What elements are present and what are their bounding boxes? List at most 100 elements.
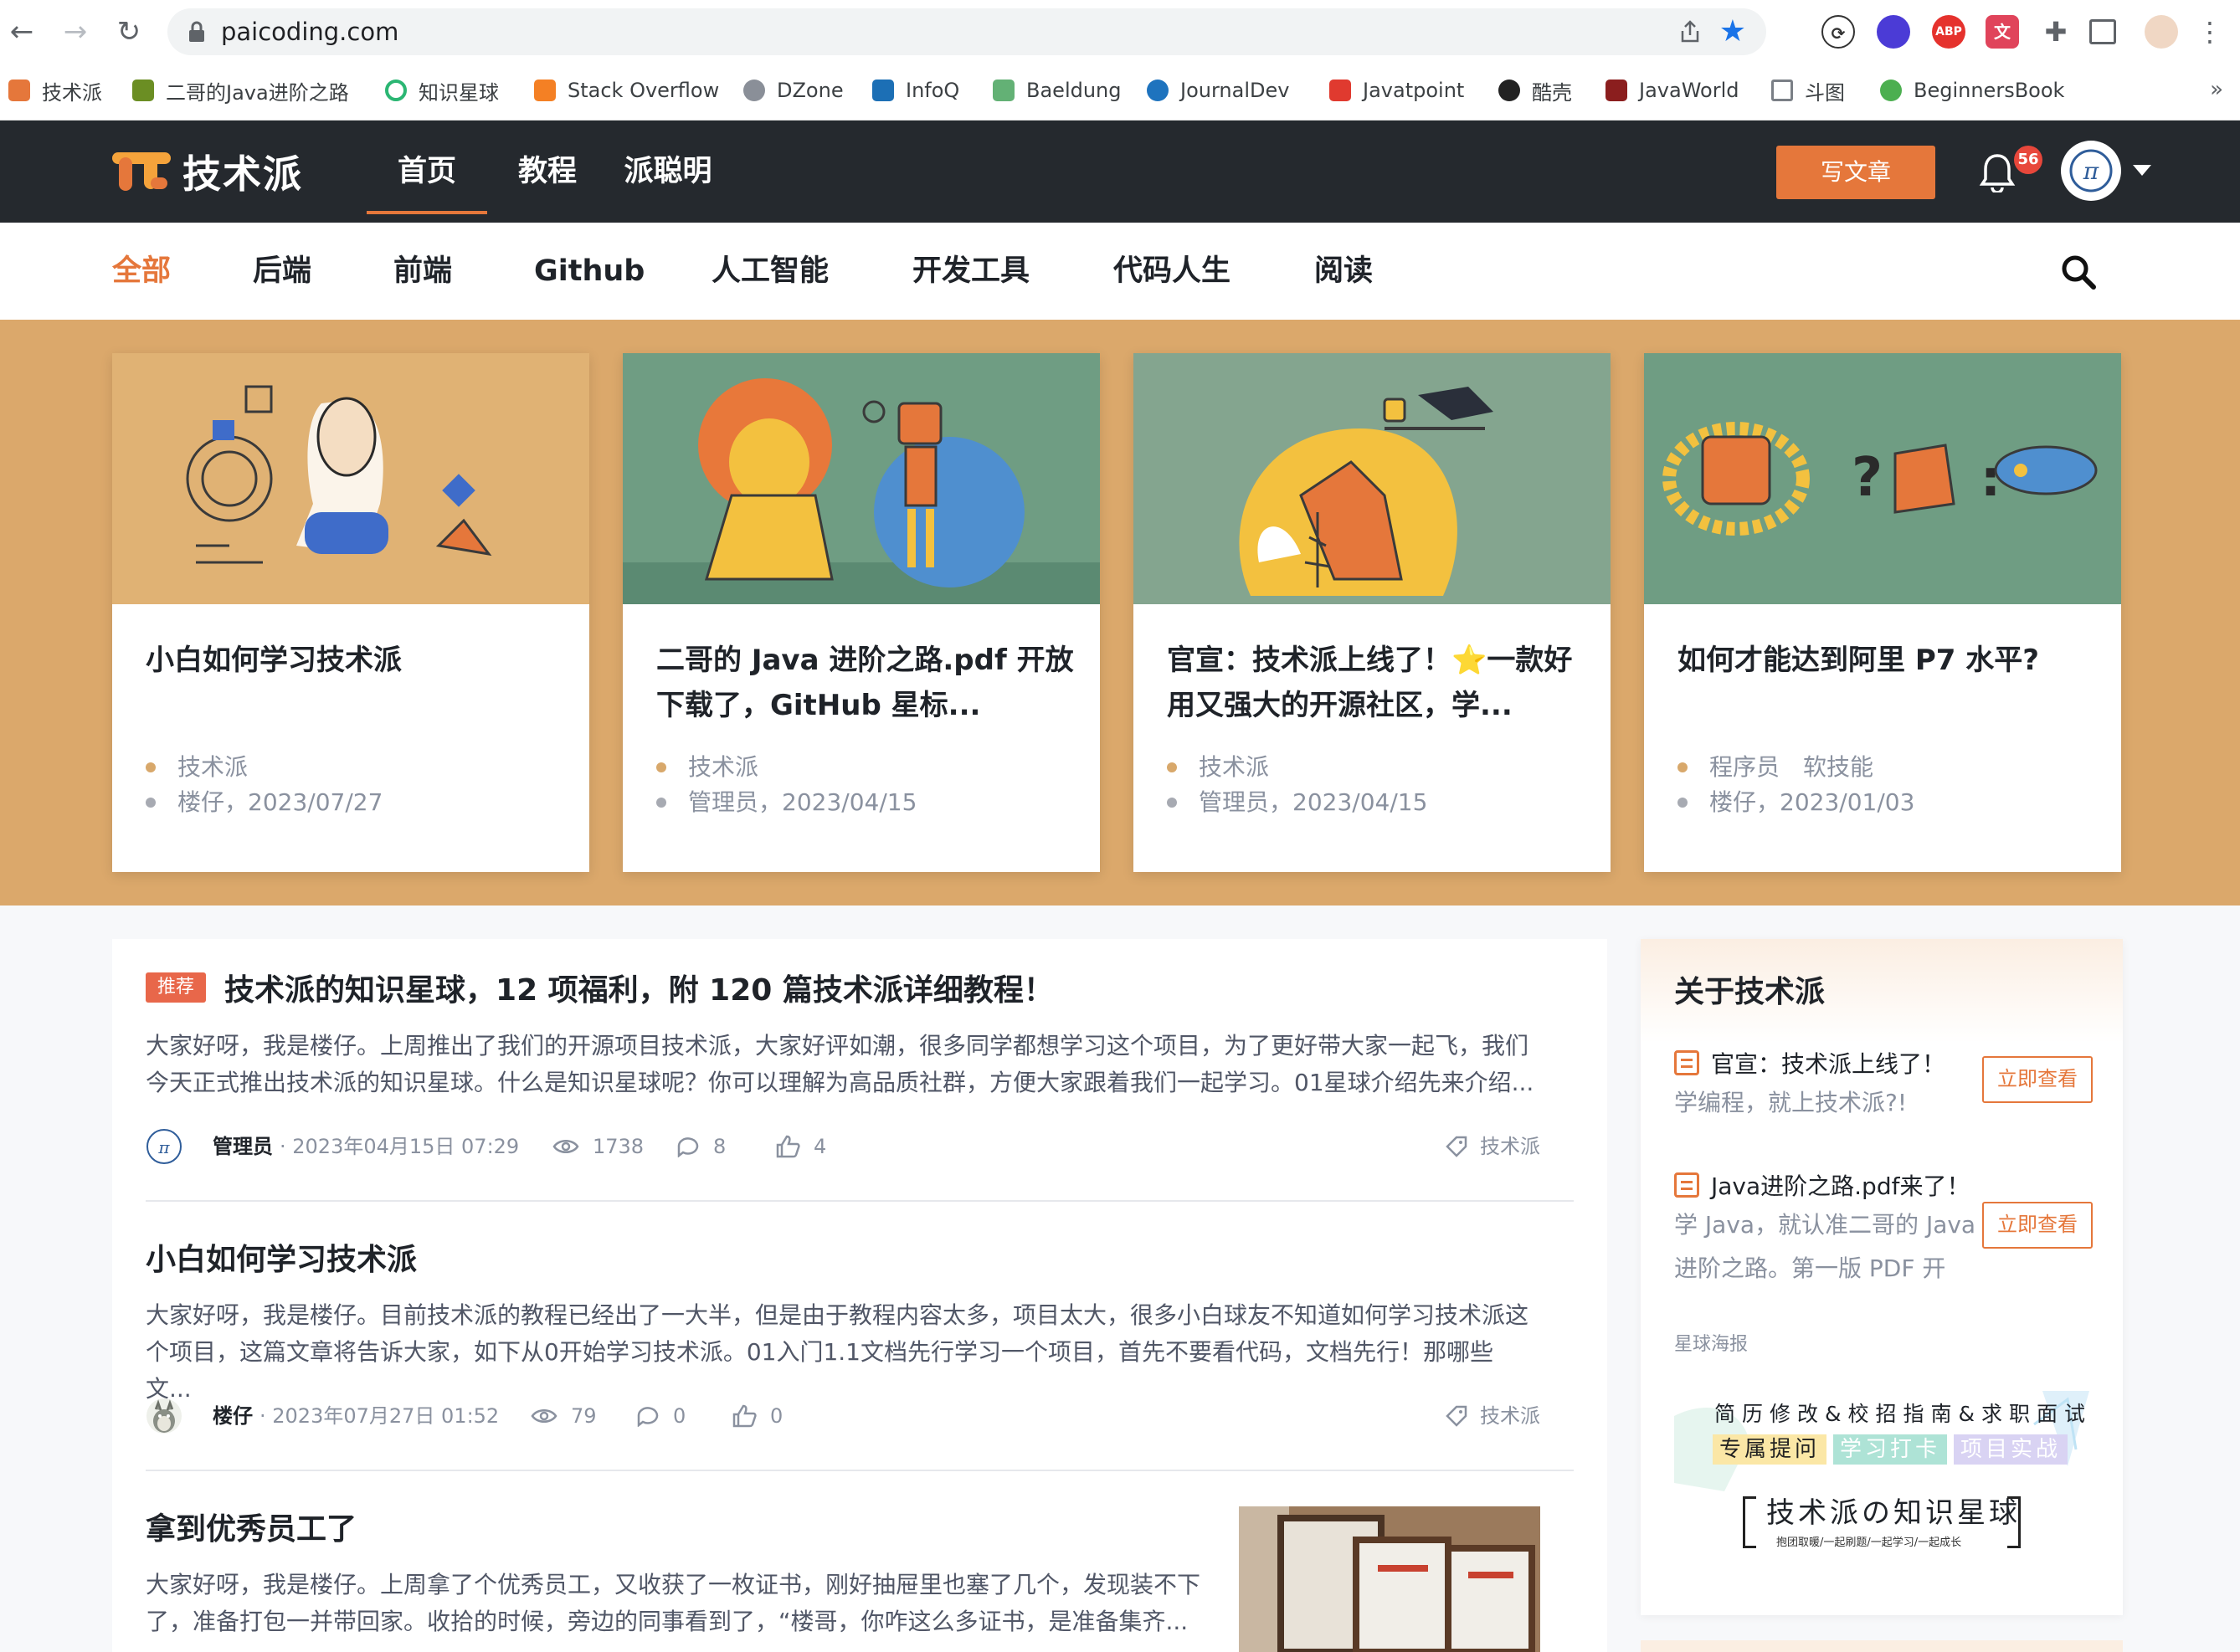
address-bar[interactable]: paicoding.com ★ xyxy=(167,8,1766,55)
menu-kebab-icon[interactable]: ⋮ xyxy=(2193,15,2227,49)
author-name[interactable]: 楼仔 xyxy=(213,1398,253,1434)
bookmark-item[interactable]: DZone xyxy=(743,74,844,107)
thumbs-up-icon xyxy=(776,1135,800,1158)
view-count: 1738 xyxy=(552,1128,644,1165)
card-title: 官宣：技术派上线了！⭐一款好用又强大的开源社区，学... xyxy=(1167,644,1573,722)
sidebar-item-title-text: Java进阶之路.pdf来了！ xyxy=(1711,1172,1970,1200)
author-avatar[interactable] xyxy=(146,1398,182,1434)
category-code-life[interactable]: 代码人生 xyxy=(1113,223,1230,320)
sidebar-item-title[interactable]: 官宣：技术派上线了！ xyxy=(1674,1046,1945,1080)
card-tag[interactable]: 软技能 xyxy=(1803,750,1873,785)
comment-count[interactable]: 0 xyxy=(636,1398,686,1434)
featured-card[interactable]: 小白如何学习技术派 技术派 楼仔，2023/07/27 xyxy=(112,353,589,872)
bookmark-item[interactable]: 知识星球 xyxy=(385,74,499,107)
nav-home[interactable]: 首页 xyxy=(367,121,487,223)
search-icon[interactable] xyxy=(2059,253,2098,291)
view-now-button[interactable]: 立即查看 xyxy=(1982,1202,2093,1249)
sidebar-item-title-text: 官宣：技术派上线了！ xyxy=(1711,1050,1946,1078)
card-tag[interactable]: 技术派 xyxy=(688,750,758,785)
article-tag[interactable]: 技术派 xyxy=(1445,1398,1540,1434)
bookmark-item[interactable]: 技术派 xyxy=(8,74,102,107)
card-title: 二哥的 Java 进阶之路.pdf 开放下载了，GitHub 星标... xyxy=(656,644,1074,722)
write-article-button[interactable]: 写文章 xyxy=(1776,146,1935,199)
category-reading[interactable]: 阅读 xyxy=(1314,223,1373,320)
bookmark-star-icon[interactable]: ★ xyxy=(1719,15,1746,49)
author-avatar[interactable]: π xyxy=(146,1128,182,1165)
card-author-date: 管理员，2023/04/15 xyxy=(688,788,917,816)
bookmark-label: DZone xyxy=(777,79,844,102)
bookmark-item[interactable]: 斗图 xyxy=(1771,74,1845,107)
svg-text:π: π xyxy=(157,1137,170,1157)
extension-orb-icon[interactable] xyxy=(1877,15,1910,49)
site-logo[interactable]: 技术派 xyxy=(112,151,303,197)
extensions-puzzle-icon[interactable]: ✚ xyxy=(2039,15,2073,49)
bookmark-item[interactable]: Javatpoint xyxy=(1329,74,1464,107)
article-tag[interactable]: 技术派 xyxy=(1445,1128,1540,1165)
category-backend[interactable]: 后端 xyxy=(253,223,311,320)
knowledge-planet-poster[interactable]: 简历修改&校招指南&求职面试 专属提问 学习打卡 项目实战 技术派の知识星球 抱… xyxy=(1674,1391,2089,1575)
logo-text: 技术派 xyxy=(182,151,303,197)
eye-icon xyxy=(552,1140,579,1153)
bookmark-item[interactable]: InfoQ xyxy=(872,74,959,107)
forward-arrow-icon[interactable]: → xyxy=(59,15,92,49)
bookmark-item[interactable]: 酷壳 xyxy=(1498,74,1572,107)
card-tag[interactable]: 技术派 xyxy=(177,750,248,785)
list-item[interactable]: 推荐 技术派的知识星球，12 项福利，附 120 篇技术派详细教程！ 大家好呀，… xyxy=(146,966,1574,1183)
extension-refresh-icon[interactable]: ⟳ xyxy=(1821,15,1855,49)
category-all[interactable]: 全部 xyxy=(112,223,171,320)
featured-card[interactable]: 二哥的 Java 进阶之路.pdf 开放下载了，GitHub 星标... 技术派… xyxy=(623,353,1100,872)
side-panel-icon[interactable] xyxy=(2089,19,2116,44)
like-count[interactable]: 0 xyxy=(732,1398,783,1434)
reload-icon[interactable]: ↻ xyxy=(112,15,146,49)
article-meta: 楼仔 · 2023年07月27日 01:52 79 0 0 技术派 xyxy=(146,1398,1540,1434)
sidebar-item: 官宣：技术派上线了！ 学编程，就上技术派?! 立即查看 xyxy=(1674,1046,2093,1163)
poster-label: 星球海报 xyxy=(1674,1334,1749,1355)
profile-avatar-icon[interactable] xyxy=(2145,15,2178,49)
bookmark-item[interactable]: BeginnersBook xyxy=(1880,74,2064,107)
article-title[interactable]: 小白如何学习技术派 xyxy=(146,1235,417,1279)
bookmark-item[interactable]: Stack Overflow xyxy=(534,74,719,107)
list-item[interactable]: 小白如何学习技术派 大家好呀，我是楼仔。目前技术派的教程已经出了一大半，但是由于… xyxy=(146,1235,1574,1453)
category-ai[interactable]: 人工智能 xyxy=(712,223,829,320)
poster-title: 技术派の知识星球 xyxy=(1766,1496,2021,1530)
article-title[interactable]: 拿到优秀员工了 xyxy=(146,1505,357,1548)
article-thumbnail[interactable] xyxy=(1239,1506,1540,1652)
extension-translate-icon[interactable]: 文 xyxy=(1986,15,2019,49)
article-title[interactable]: 推荐 技术派的知识星球，12 项福利，附 120 篇技术派详细教程！ xyxy=(146,966,1054,1009)
bell-icon[interactable] xyxy=(1979,152,2016,192)
bookmarks-overflow-icon[interactable]: » xyxy=(2210,77,2223,102)
bookmark-item[interactable]: Baeldung xyxy=(993,74,1122,107)
notification-badge: 56 xyxy=(2014,146,2042,174)
user-avatar[interactable]: π xyxy=(2061,141,2121,201)
back-arrow-icon[interactable]: ← xyxy=(5,15,39,49)
site-header: 技术派 首页 教程 派聪明 写文章 56 xyxy=(0,121,2240,223)
category-frontend[interactable]: 前端 xyxy=(393,223,452,320)
user-menu-caret-icon[interactable] xyxy=(2133,165,2151,176)
card-author-date: 楼仔，2023/07/27 xyxy=(177,788,383,816)
featured-card[interactable]: ? : 如何才能达到阿里 P7 水平? 程序员 软技能 楼仔，2023/01/03 xyxy=(1644,353,2121,872)
sidebar-item-title[interactable]: Java进阶之路.pdf来了！ xyxy=(1674,1168,1970,1202)
extension-abp-icon[interactable]: ABP xyxy=(1932,15,1965,49)
share-icon[interactable] xyxy=(1677,19,1703,44)
category-dev-tools[interactable]: 开发工具 xyxy=(912,223,1030,320)
bookmark-label: BeginnersBook xyxy=(1914,79,2065,102)
nav-tutorials[interactable]: 教程 xyxy=(487,121,608,223)
category-github[interactable]: Github xyxy=(534,223,645,320)
comment-count[interactable]: 8 xyxy=(676,1128,726,1165)
bookmark-item[interactable]: JavaWorld xyxy=(1606,74,1739,107)
bookmark-item[interactable]: 二哥的Java进阶之路 xyxy=(132,74,349,107)
like-count[interactable]: 4 xyxy=(775,1128,826,1165)
card-tag[interactable]: 程序员 xyxy=(1709,750,1780,785)
bookmark-favicon-icon xyxy=(993,80,1015,101)
meta-dot xyxy=(146,798,156,808)
featured-card[interactable]: 官宣：技术派上线了！⭐一款好用又强大的开源社区，学... 技术派 管理员，202… xyxy=(1133,353,1611,872)
sidebar-next-card xyxy=(1641,1640,2123,1652)
view-now-button[interactable]: 立即查看 xyxy=(1982,1056,2093,1103)
nav-paicongming[interactable]: 派聪明 xyxy=(608,121,728,223)
sidebar-title: 关于技术派 xyxy=(1674,975,1826,1009)
author-name[interactable]: 管理员 xyxy=(213,1128,273,1165)
card-tag[interactable]: 技术派 xyxy=(1199,750,1269,785)
article-meta: π 管理员 · 2023年04月15日 07:29 1738 8 4 技术派 xyxy=(146,1128,1540,1165)
bookmark-item[interactable]: JournalDev xyxy=(1147,74,1289,107)
bookmark-favicon-icon xyxy=(1498,80,1520,101)
